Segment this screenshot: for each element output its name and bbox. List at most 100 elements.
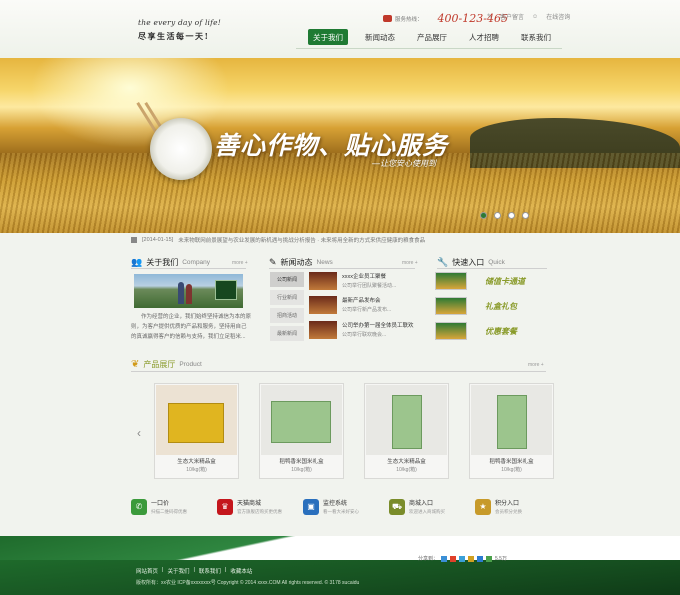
product-weight: 10/kg(箱) bbox=[291, 467, 312, 473]
slide-dot-2[interactable] bbox=[494, 212, 501, 219]
quick-link-label[interactable]: 优惠套餐 bbox=[485, 326, 517, 337]
tagline-cn: 尽享生活每一天! bbox=[138, 31, 210, 41]
quick-link-label[interactable]: 礼盒礼包 bbox=[485, 301, 517, 312]
quick-heading: 🔧 快速入口 Quick bbox=[437, 257, 505, 268]
nav-item-about[interactable]: 关于我们 bbox=[308, 29, 348, 45]
service-title[interactable]: 监控系统 bbox=[323, 498, 359, 507]
products-title-en: Product bbox=[179, 361, 202, 368]
news-item[interactable]: 最新产品发布会 公司举行新产品发布... bbox=[309, 296, 391, 314]
news-thumbnail bbox=[309, 272, 337, 290]
product-name[interactable]: 稻鸭香米国米礼盒 bbox=[260, 458, 343, 466]
nav-item-jobs[interactable]: 人才招聘 bbox=[464, 29, 504, 45]
product-carousel: 生态大米精品盒 10/kg(箱) 稻鸭香米国米礼盒 10/kg(箱) 生态大米精… bbox=[154, 383, 554, 479]
qzone-icon[interactable] bbox=[441, 555, 448, 562]
rice-package-badge bbox=[215, 280, 237, 300]
footer-link-about[interactable]: 关于我们 bbox=[167, 567, 189, 575]
nav-item-products[interactable]: 产品展厅 bbox=[412, 29, 452, 45]
ticker-icon bbox=[131, 237, 137, 243]
service-title[interactable]: 积分入口 bbox=[495, 498, 522, 507]
product-card[interactable]: 生态大米精品盒 10/kg(箱) bbox=[364, 383, 449, 479]
nav-divider bbox=[296, 48, 562, 49]
about-more-link[interactable]: more + bbox=[232, 260, 248, 266]
share-count: 5.5万 bbox=[495, 556, 507, 562]
products-more-link[interactable]: more + bbox=[528, 362, 544, 368]
products-title: 产品展厅 bbox=[143, 360, 176, 369]
tagline-en: the every day of life! bbox=[138, 18, 221, 27]
news-underline bbox=[269, 268, 415, 269]
tencent-icon[interactable] bbox=[459, 555, 466, 562]
about-title-en: Company bbox=[182, 259, 211, 266]
product-name[interactable]: 稻鸭香米国米礼盒 bbox=[470, 458, 553, 466]
product-card[interactable]: 稻鸭香米国米礼盒 10/kg(箱) bbox=[469, 383, 554, 479]
monitor-icon: ▣ bbox=[303, 498, 319, 515]
quick-link-combo[interactable]: 优惠套餐 bbox=[435, 322, 517, 340]
product-card[interactable]: 稻鸭香米国米礼盒 10/kg(箱) bbox=[259, 383, 344, 479]
product-name[interactable]: 生态大米精品盒 bbox=[155, 458, 238, 466]
service-links: ✆ 一口价 扫描二维码得优惠 ♛ 天猫商城 官方旗舰店购买更优惠 ▣ 监控系统 看一看… bbox=[131, 498, 561, 515]
nav-item-news[interactable]: 新闻动态 bbox=[360, 29, 400, 45]
footer-link-home[interactable]: 网站首页 bbox=[136, 567, 158, 575]
toplink-consult[interactable]: 在线咨询 bbox=[546, 12, 570, 21]
service-link[interactable]: ♛ 天猫商城 官方旗舰店购买更优惠 bbox=[217, 498, 303, 515]
banner-subslogan: —让您安心使用到 bbox=[372, 159, 436, 168]
service-title[interactable]: 天猫商城 bbox=[237, 498, 282, 507]
news-headline[interactable]: 最新产品发布会 bbox=[342, 296, 391, 304]
about-image bbox=[134, 274, 243, 308]
quick-underline bbox=[437, 268, 547, 269]
news-headline[interactable]: 公司举办第一届全体员工联欢 bbox=[342, 321, 414, 329]
slide-dot-3[interactable] bbox=[508, 212, 515, 219]
renren-icon[interactable] bbox=[468, 555, 475, 562]
news-item[interactable]: 公司举办第一届全体员工联欢 公司举行联欢晚会... bbox=[309, 321, 414, 339]
product-weight: 10/kg(箱) bbox=[396, 467, 417, 473]
weibo-icon[interactable] bbox=[450, 555, 457, 562]
news-headline[interactable]: xxxx企业员工聚餐 bbox=[342, 272, 396, 280]
slide-dot-1[interactable] bbox=[480, 212, 487, 219]
ticker-text[interactable]: 未来物联网前景展望与农业发展的新机遇与挑战分析报告 · 未来将用全新的方式来供应… bbox=[178, 236, 425, 244]
service-title[interactable]: 一口价 bbox=[151, 498, 187, 507]
quick-link-gift[interactable]: 礼盒礼包 bbox=[435, 297, 517, 315]
news-item[interactable]: xxxx企业员工聚餐 公司举行团队聚餐活动... bbox=[309, 272, 396, 290]
service-title[interactable]: 商城入口 bbox=[409, 498, 445, 507]
top-links: ✎ 客户留言 ☺ 在线咨询 bbox=[487, 12, 570, 22]
phone-icon bbox=[383, 15, 392, 22]
douban-icon[interactable] bbox=[477, 555, 484, 562]
tab-latest-news[interactable]: 最新新闻 bbox=[270, 326, 304, 341]
quick-link-label[interactable]: 储值卡通道 bbox=[485, 276, 525, 287]
news-ticker[interactable]: [2014-01-15] 未来物联网前景展望与农业发展的新机遇与挑战分析报告 ·… bbox=[131, 236, 551, 244]
service-desc: 会员积分兑换 bbox=[495, 509, 522, 514]
chevron-left-icon[interactable]: ‹ bbox=[137, 426, 141, 440]
chat-icon: ☺ bbox=[532, 13, 539, 20]
quick-title: 快速入口 bbox=[452, 258, 485, 267]
more-share-icon[interactable] bbox=[486, 555, 493, 562]
products-heading: ❦ 产品展厅 Product bbox=[131, 359, 202, 370]
service-link[interactable]: ✆ 一口价 扫描二维码得优惠 bbox=[131, 498, 217, 515]
hero-banner[interactable]: 善心作物、贴心服务 —让您安心使用到 bbox=[0, 58, 680, 233]
tmall-icon: ♛ bbox=[217, 498, 233, 515]
product-card[interactable]: 生态大米精品盒 10/kg(箱) bbox=[154, 383, 239, 479]
hotline-label: 服务热线： bbox=[395, 16, 423, 23]
footer-link-bookmark[interactable]: 收藏本站 bbox=[230, 567, 252, 575]
nav-item-contact[interactable]: 联系我们 bbox=[516, 29, 556, 45]
product-image bbox=[156, 385, 237, 455]
service-link[interactable]: ★ 积分入口 会员积分兑换 bbox=[475, 498, 561, 515]
news-more-link[interactable]: more + bbox=[402, 260, 418, 266]
footer-link-contact[interactable]: 联系我们 bbox=[199, 567, 221, 575]
tab-industry-news[interactable]: 行业新闻 bbox=[270, 290, 304, 305]
quick-title-en: Quick bbox=[488, 259, 505, 266]
slide-dot-4[interactable] bbox=[522, 212, 529, 219]
service-link[interactable]: ▣ 监控系统 看一看大米好安心 bbox=[303, 498, 389, 515]
cart-icon: ⛟ bbox=[389, 498, 405, 515]
tab-promo-news[interactable]: 招商活动 bbox=[270, 308, 304, 323]
quick-link-card[interactable]: 储值卡通道 bbox=[435, 272, 525, 290]
banner-slogan: 善心作物、贴心服务 bbox=[214, 131, 449, 160]
footer-band bbox=[0, 560, 680, 595]
news-heading: ✎ 新闻动态 News bbox=[269, 257, 333, 268]
service-link[interactable]: ⛟ 商城入口 欢迎进入商城购买 bbox=[389, 498, 475, 515]
tab-company-news[interactable]: 公司新闻 bbox=[270, 272, 304, 287]
share-bar: 分享到： 5.5万 bbox=[418, 555, 507, 562]
product-weight: 10/kg(箱) bbox=[186, 467, 207, 473]
person-figure bbox=[178, 282, 184, 304]
toplink-message[interactable]: 客户留言 bbox=[500, 12, 524, 21]
combo-thumbnail bbox=[435, 322, 467, 340]
product-name[interactable]: 生态大米精品盒 bbox=[365, 458, 448, 466]
